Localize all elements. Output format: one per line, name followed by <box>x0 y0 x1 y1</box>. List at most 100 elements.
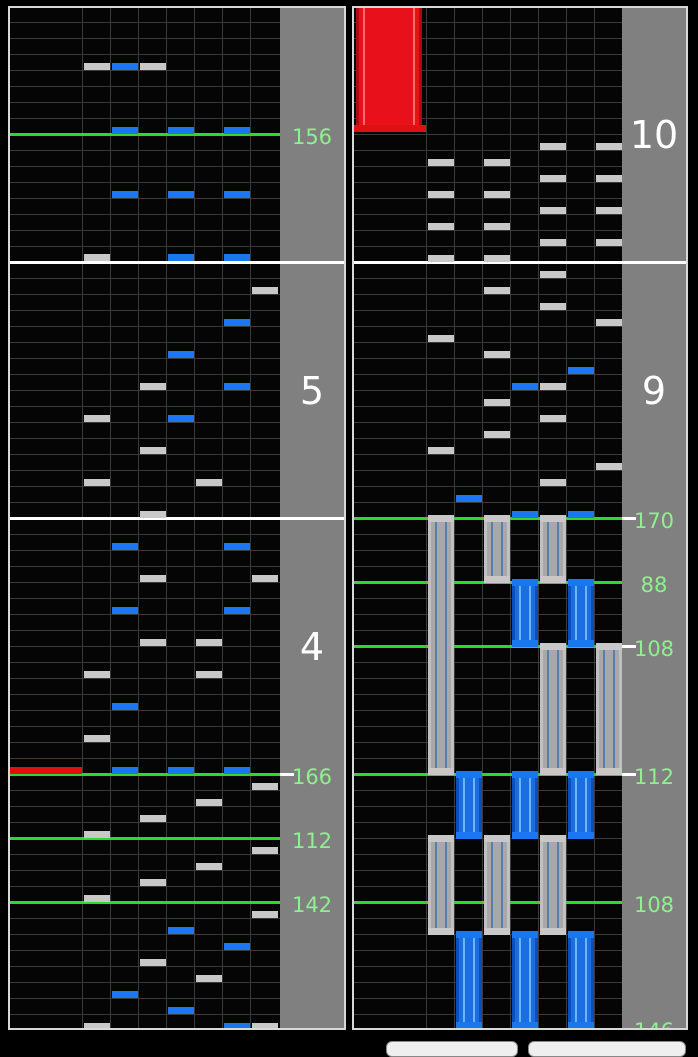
grid-line <box>10 166 280 167</box>
note-white <box>484 351 510 358</box>
long-note-cap <box>568 832 594 839</box>
grid-line <box>354 150 622 151</box>
note-white <box>196 639 222 646</box>
note-blue <box>112 127 138 134</box>
note-blue <box>168 767 194 774</box>
bpm-line <box>10 837 280 840</box>
note-white <box>540 175 566 182</box>
note-blue <box>168 191 194 198</box>
note-blue <box>112 63 138 70</box>
note-blue <box>224 254 250 261</box>
note-white <box>252 287 278 294</box>
grid-line <box>10 502 280 503</box>
long-note-cap <box>568 931 594 938</box>
grid-line <box>10 150 280 151</box>
grid-line <box>10 662 280 663</box>
chart-column-left[interactable]: 5 4 156 166 112 142 <box>8 6 346 1030</box>
note-white <box>484 287 510 294</box>
grid-line <box>10 438 280 439</box>
grid-line <box>10 710 280 711</box>
note-white <box>540 383 566 390</box>
grid-line <box>10 230 280 231</box>
note-blue <box>224 767 250 774</box>
note-white <box>484 159 510 166</box>
grid-line <box>10 422 280 423</box>
note-white <box>484 255 510 262</box>
long-note-blue <box>512 931 538 1028</box>
grid-line <box>10 950 280 951</box>
note-white <box>196 799 222 806</box>
note-blue <box>568 511 594 518</box>
note-white <box>140 639 166 646</box>
long-note-blue <box>568 931 594 1028</box>
long-note-cap <box>512 931 538 938</box>
grid-line <box>10 326 280 327</box>
note-white <box>84 671 110 678</box>
note-blue <box>224 1023 250 1028</box>
long-note-cap <box>484 576 510 583</box>
bpm-marker-88: 88 <box>640 573 668 597</box>
grid-line <box>10 966 280 967</box>
note-white <box>484 191 510 198</box>
grid-line <box>10 646 280 647</box>
grid-line <box>10 822 280 823</box>
measure-number-4: 4 <box>299 625 325 669</box>
note-white <box>196 671 222 678</box>
grid-line <box>354 390 622 391</box>
note-blue <box>112 543 138 550</box>
grid-line <box>10 742 280 743</box>
bpm-marker-156: 156 <box>291 125 333 149</box>
note-blue <box>168 927 194 934</box>
grid-line <box>10 582 280 583</box>
note-white <box>428 191 454 198</box>
chart-column-right[interactable]: 10 9 170 88 108 112 108 146 <box>352 6 688 1030</box>
note-white <box>428 335 454 342</box>
grid-line <box>354 342 622 343</box>
grid-line <box>10 1014 280 1015</box>
bpm-tick <box>622 773 636 776</box>
grid-line <box>10 998 280 999</box>
bpm-line <box>10 901 280 904</box>
grid-line <box>354 454 622 455</box>
bpm-marker-146: 146 <box>622 1020 686 1028</box>
note-white <box>252 783 278 790</box>
long-note-grey <box>540 643 566 775</box>
grid-line <box>354 294 622 295</box>
note-white <box>140 959 166 966</box>
note-white <box>540 303 566 310</box>
bpm-marker-142: 142 <box>291 893 333 917</box>
grid-line <box>10 486 280 487</box>
note-blue <box>168 254 194 261</box>
bpm-marker-108: 108 <box>633 637 675 661</box>
note-white <box>596 239 622 246</box>
grid-line <box>10 870 280 871</box>
bpm-line <box>354 1028 622 1030</box>
bpm-tick <box>622 645 636 648</box>
long-note-grey <box>484 515 510 583</box>
grid-line <box>10 550 280 551</box>
grid-line <box>10 278 280 279</box>
note-blue <box>168 351 194 358</box>
grid-line <box>354 230 622 231</box>
bpm-marker-112: 112 <box>633 765 675 789</box>
grid-line <box>10 246 280 247</box>
grid-line <box>354 182 622 183</box>
grid-line <box>10 886 280 887</box>
note-blue <box>512 383 538 390</box>
note-blue <box>112 191 138 198</box>
long-note-blue <box>456 931 482 1028</box>
bottom-tab-1[interactable] <box>386 1041 518 1057</box>
long-note-cap <box>428 768 454 775</box>
long-note-cap <box>512 771 538 778</box>
grid-line <box>10 982 280 983</box>
grid-line <box>10 294 280 295</box>
note-white <box>84 479 110 486</box>
grid-line <box>354 710 622 711</box>
long-note-cap <box>484 835 510 842</box>
grid-line <box>354 662 622 663</box>
long-note-cap <box>484 928 510 935</box>
note-blue <box>168 1007 194 1014</box>
note-white <box>540 415 566 422</box>
grid-line <box>10 214 280 215</box>
bottom-tab-2[interactable] <box>528 1041 686 1057</box>
